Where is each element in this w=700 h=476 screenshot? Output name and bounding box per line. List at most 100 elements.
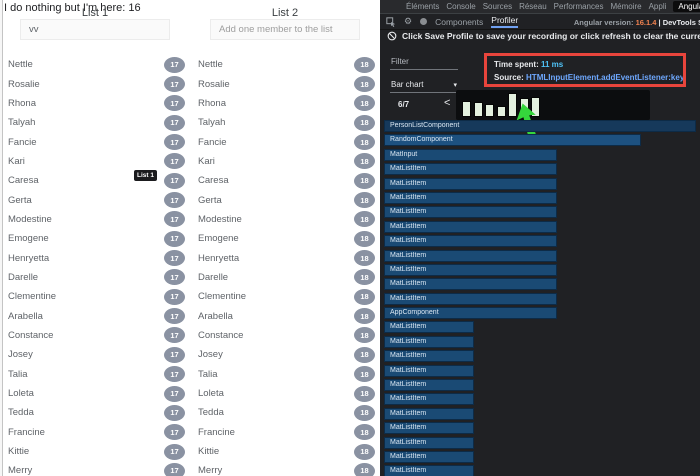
tab-angular-active[interactable]: Angular xyxy=(673,1,700,12)
profiler-bar-appcomponent[interactable]: AppComponent xyxy=(384,307,557,319)
profiler-bar-matlistitem[interactable]: MatListItem xyxy=(384,235,557,247)
profiler-bar-matlistitem[interactable]: MatListItem xyxy=(384,365,474,377)
previous-frame-button[interactable]: < xyxy=(444,97,450,109)
list-item[interactable]: Emogene17 xyxy=(8,229,185,248)
list-item[interactable]: Francine17 xyxy=(8,423,185,442)
profiler-bar-matlistitem[interactable]: MatListItem xyxy=(384,221,557,233)
profiler-bar-matlistitem[interactable]: MatListItem xyxy=(384,178,557,190)
list-item[interactable]: Fancie18 xyxy=(198,132,375,151)
list-item[interactable]: Constance18 xyxy=(198,326,375,345)
list-item[interactable]: Kittie18 xyxy=(198,442,375,461)
list-item[interactable]: Francine18 xyxy=(198,423,375,442)
profiler-bar-matlistitem[interactable]: MatListItem xyxy=(384,465,474,476)
profiler-bar-matlistitem[interactable]: MatListItem xyxy=(384,393,474,405)
list-item[interactable]: Merry17 xyxy=(8,461,185,476)
list-item[interactable]: Nettle18 xyxy=(198,55,375,74)
tab-network[interactable]: Réseau xyxy=(519,2,547,11)
component-picker-icon[interactable] xyxy=(386,17,396,27)
list-item[interactable]: Rhona18 xyxy=(198,94,375,113)
profiler-bar-matlistitem[interactable]: MatListItem xyxy=(384,408,474,420)
list-item[interactable]: Henryetta17 xyxy=(8,248,185,267)
list-item[interactable]: Merry18 xyxy=(198,461,375,476)
list-item[interactable]: Darelle17 xyxy=(8,268,185,287)
profiler-bar-matlistitem[interactable]: MatListItem xyxy=(384,163,557,175)
list-item[interactable]: Constance17 xyxy=(8,326,185,345)
record-icon[interactable] xyxy=(420,18,427,25)
list-item[interactable]: Emogene18 xyxy=(198,229,375,248)
list-item[interactable]: Fancie17 xyxy=(8,132,185,151)
list-item[interactable]: Gerta17 xyxy=(8,190,185,209)
page-scrollbar[interactable] xyxy=(0,0,3,476)
profiler-bar-matlistitem[interactable]: MatListItem xyxy=(384,321,474,333)
list-item[interactable]: Tedda18 xyxy=(198,403,375,422)
list1-add-member-input[interactable] xyxy=(20,19,170,40)
settings-gear-icon[interactable]: ⚙ xyxy=(404,17,412,26)
list-item[interactable]: Clementine17 xyxy=(8,287,185,306)
list-item[interactable]: Caresa17 xyxy=(8,171,185,190)
list-item[interactable]: Kari17 xyxy=(8,152,185,171)
tab-console[interactable]: Console xyxy=(446,2,475,11)
list-item[interactable]: Talia17 xyxy=(8,365,185,384)
profiler-filter-input[interactable] xyxy=(390,55,458,70)
profiler-bar-matinput[interactable]: MatInput xyxy=(384,149,557,161)
source-link[interactable]: HTMLInputElement.addEventListener:keydow… xyxy=(526,73,686,82)
list-item[interactable]: Rhona17 xyxy=(8,94,185,113)
list-item[interactable]: Rosalie17 xyxy=(8,74,185,93)
list-item[interactable]: Kari18 xyxy=(198,152,375,171)
list-item[interactable]: Caresa18 xyxy=(198,171,375,190)
profiler-bar-matlistitem[interactable]: MatListItem xyxy=(384,437,474,449)
list-item[interactable]: Loleta17 xyxy=(8,384,185,403)
member-name: Henryetta xyxy=(8,253,49,264)
profiler-bar-matlistitem[interactable]: MatListItem xyxy=(384,293,557,305)
list-item[interactable]: Talyah18 xyxy=(198,113,375,132)
frame-bar[interactable] xyxy=(485,104,494,117)
list-item[interactable]: Talyah17 xyxy=(8,113,185,132)
list-item[interactable]: Modestine18 xyxy=(198,210,375,229)
tab-elements[interactable]: Éléments xyxy=(406,2,439,11)
list-item[interactable]: Henryetta18 xyxy=(198,248,375,267)
profiler-bar-matlistitem[interactable]: MatListItem xyxy=(384,451,474,463)
member-count-badge: 18 xyxy=(354,289,375,305)
tab-application[interactable]: Appli xyxy=(649,2,667,11)
tab-memory[interactable]: Mémoire xyxy=(610,2,641,11)
member-count-badge: 18 xyxy=(354,269,375,285)
profiler-bar-matlistitem[interactable]: MatListItem xyxy=(384,250,557,262)
member-name: Caresa xyxy=(198,175,229,186)
chart-type-select[interactable]: Bar chart ▾ xyxy=(390,78,458,93)
list-item[interactable]: Darelle18 xyxy=(198,268,375,287)
profiler-bar-matlistitem[interactable]: MatListItem xyxy=(384,278,557,290)
profiler-bar-matlistitem[interactable]: MatListItem xyxy=(384,379,474,391)
list-item[interactable]: Clementine18 xyxy=(198,287,375,306)
list-item[interactable]: Kittie17 xyxy=(8,442,185,461)
list-item[interactable]: Gerta18 xyxy=(198,190,375,209)
frame-bar[interactable] xyxy=(462,101,471,117)
profiler-bar-matlistitem[interactable]: MatListItem xyxy=(384,422,474,434)
member-count-badge: 17 xyxy=(164,386,185,402)
tab-sources[interactable]: Sources xyxy=(483,2,512,11)
subtab-components[interactable]: Components xyxy=(435,17,483,27)
tab-performance[interactable]: Performances xyxy=(554,2,604,11)
profiler-bar-matlistitem[interactable]: MatListItem xyxy=(384,192,557,204)
profiler-bar-matlistitem[interactable]: MatListItem xyxy=(384,264,557,276)
list-item[interactable]: Nettle17 xyxy=(8,55,185,74)
list-item[interactable]: Arabella18 xyxy=(198,306,375,325)
profiler-bar-personlistcomponent[interactable]: PersonListComponent xyxy=(384,120,696,132)
member-count-badge: 17 xyxy=(164,153,185,169)
profiler-bar-randomcomponent[interactable]: RandomComponent xyxy=(384,134,641,146)
profiler-bar-matlistitem[interactable]: MatListItem xyxy=(384,206,557,218)
frame-bar[interactable] xyxy=(497,106,506,117)
list-item[interactable]: Loleta18 xyxy=(198,384,375,403)
list-item[interactable]: Tedda17 xyxy=(8,403,185,422)
list-item[interactable]: Arabella17 xyxy=(8,306,185,325)
list-item[interactable]: Josey17 xyxy=(8,345,185,364)
list-item[interactable]: Rosalie18 xyxy=(198,74,375,93)
profiler-bar-matlistitem[interactable]: MatListItem xyxy=(384,336,474,348)
profiler-bar-matlistitem[interactable]: MatListItem xyxy=(384,350,474,362)
subtab-profiler-active[interactable]: Profiler xyxy=(491,15,518,28)
frame-bar[interactable] xyxy=(474,102,483,117)
list-item[interactable]: Josey18 xyxy=(198,345,375,364)
list-item[interactable]: Modestine17 xyxy=(8,210,185,229)
member-name: Tedda xyxy=(198,407,224,418)
list-item[interactable]: Talia18 xyxy=(198,365,375,384)
list2-add-member-input[interactable] xyxy=(210,19,360,40)
